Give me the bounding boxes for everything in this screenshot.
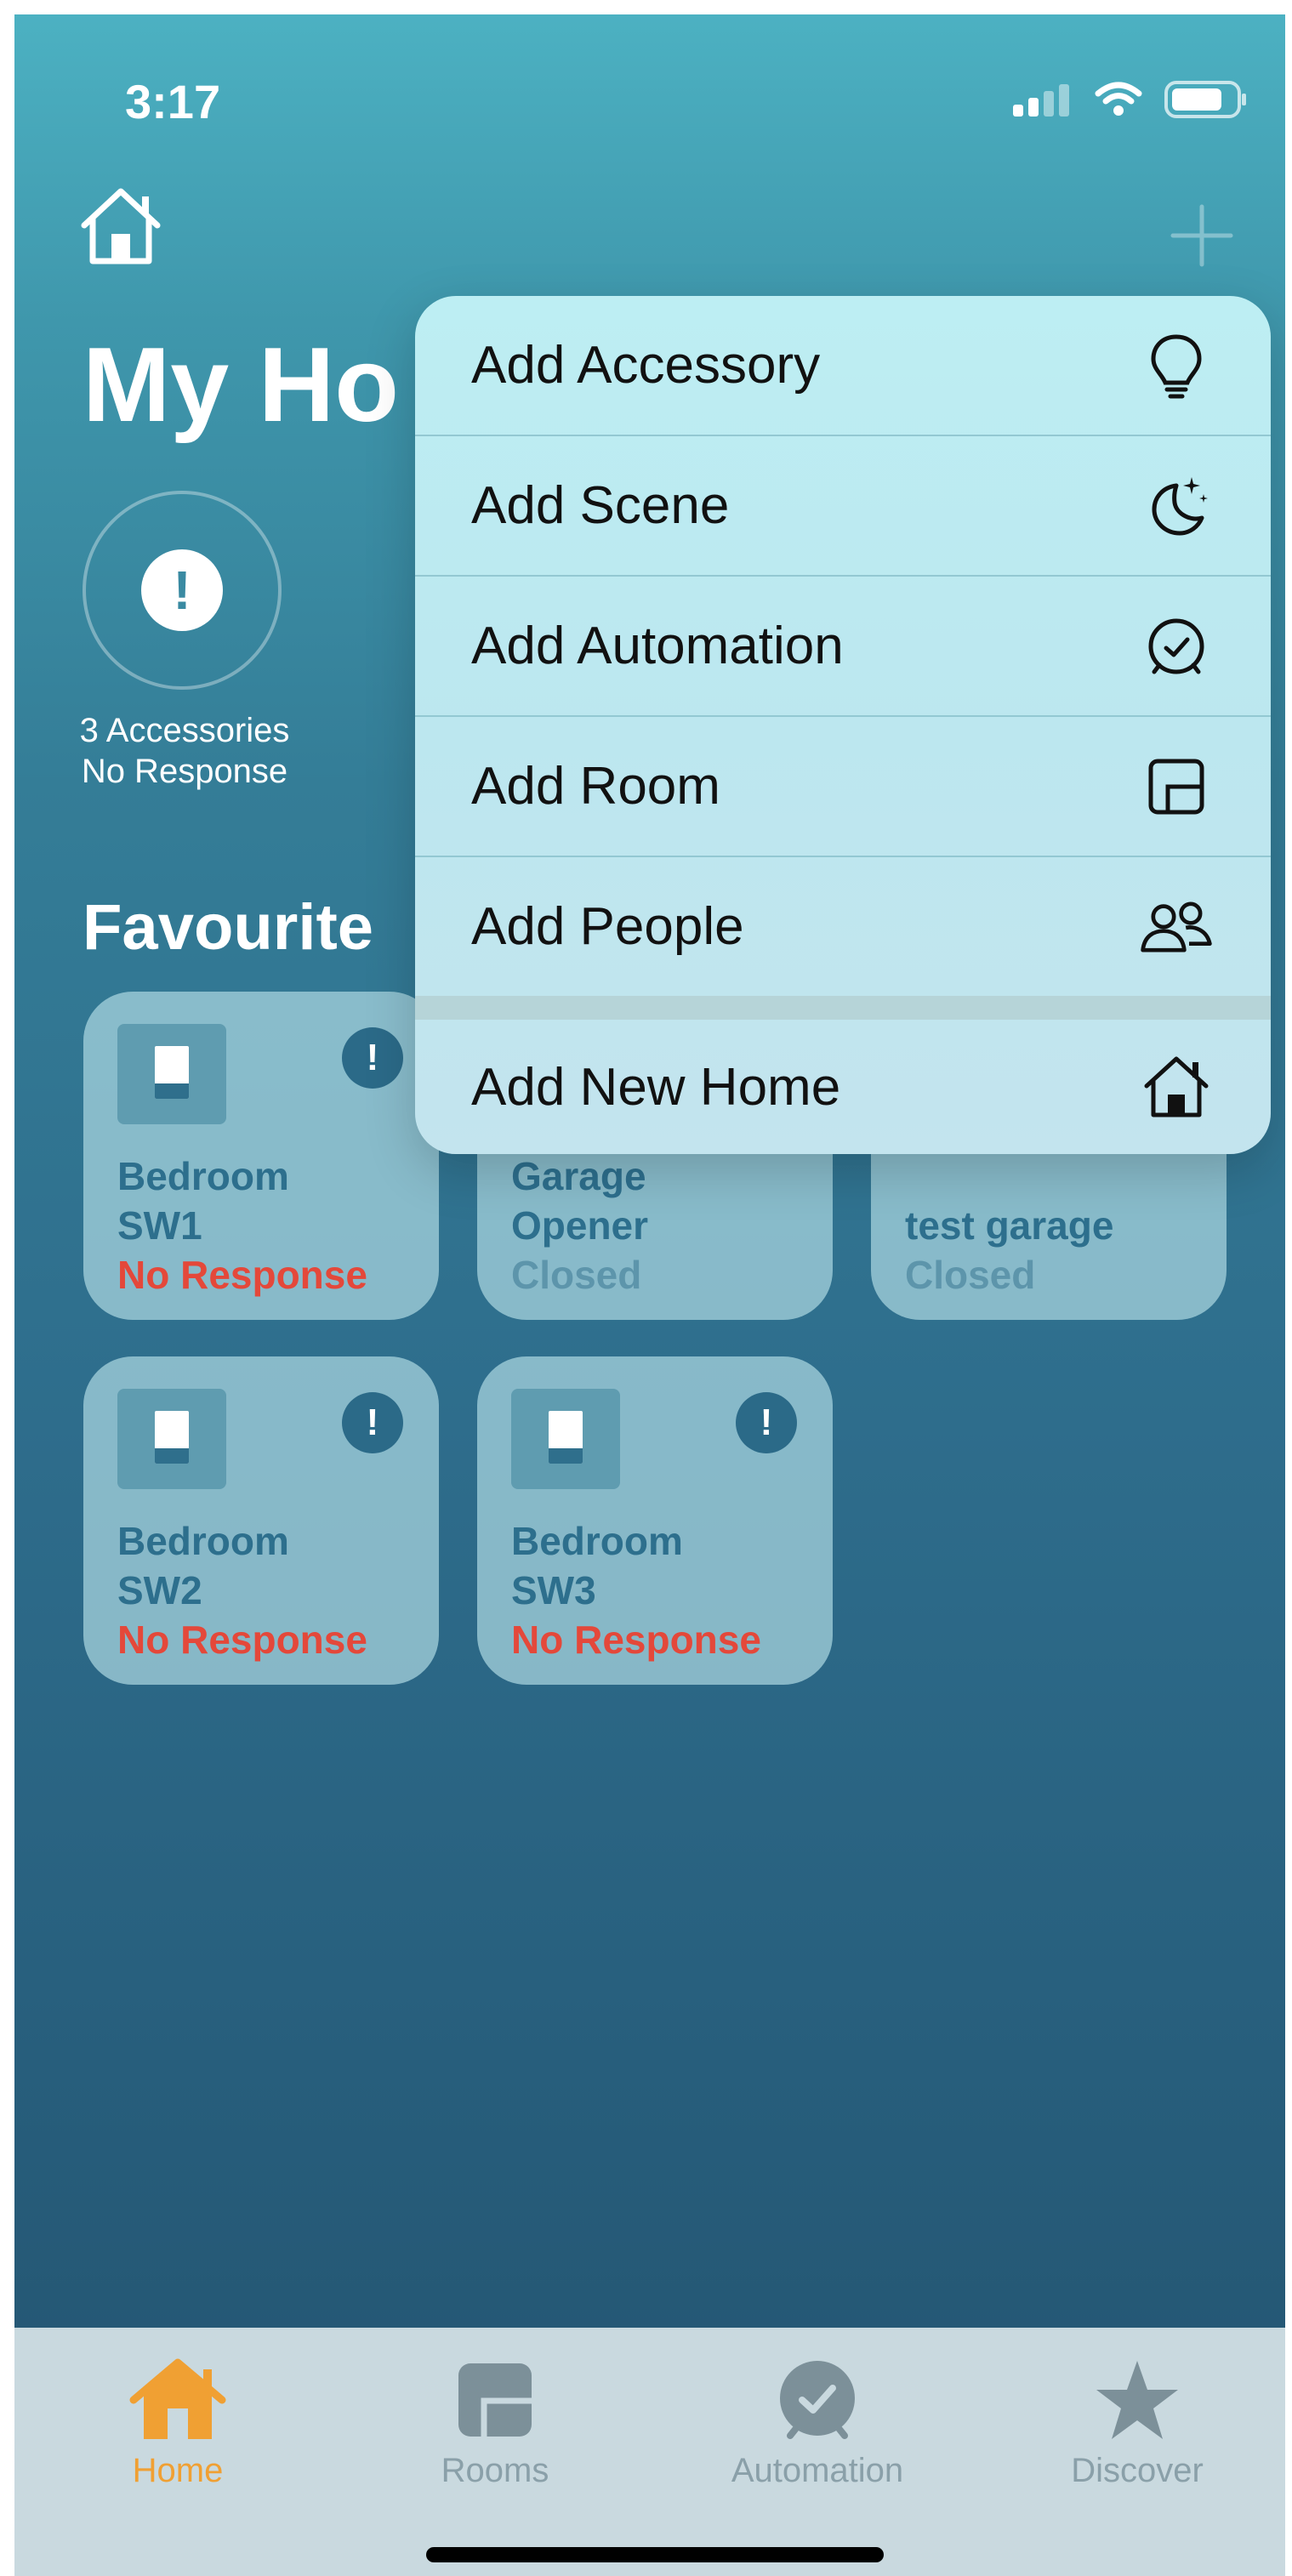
tile-name: Bedroom [117,1519,289,1563]
tile-status: Closed [905,1253,1036,1297]
battery-icon [1164,81,1246,118]
alarm-clock-icon [1138,608,1215,685]
tile-text: Bedroom SW1 No Response [117,1152,367,1299]
tab-home[interactable]: Home [50,2353,305,2490]
tile-bedroom-sw1[interactable]: ! Bedroom SW1 No Response [83,992,439,1320]
menu-item-add-people[interactable]: Add People [415,857,1271,996]
page-title: My Ho [83,327,399,444]
clock-check-icon [762,2353,873,2447]
status-time: 3:17 [125,75,221,128]
lightbulb-icon [1138,327,1215,404]
house-icon [1138,1049,1215,1125]
menu-item-add-accessory[interactable]: Add Accessory [415,296,1271,435]
switch-icon [117,1024,226,1124]
tab-automation[interactable]: Automation [690,2353,945,2490]
add-button[interactable] [1168,202,1236,270]
signal-icon [1013,84,1069,117]
room-icon [1138,748,1215,825]
menu-item-add-new-home[interactable]: Add New Home [415,1020,1271,1154]
tile-name: test garage [905,1203,1114,1248]
tile-bedroom-sw3[interactable]: ! Bedroom SW3 No Response [477,1356,833,1685]
menu-item-add-automation[interactable]: Add Automation [415,577,1271,715]
alert-icon: ! [141,549,223,631]
status-icons [1013,81,1248,118]
tile-status: No Response [511,1618,761,1662]
tile-name: Bedroom [117,1154,289,1198]
tile-name: SW3 [511,1568,596,1612]
alert-icon: ! [736,1392,797,1453]
menu-item-label: Add Accessory [471,336,821,395]
menu-item-add-scene[interactable]: Add Scene [415,436,1271,575]
people-icon [1138,889,1215,965]
tile-text: Garage Opener Closed [511,1152,648,1299]
switch-icon [117,1389,226,1489]
rooms-icon [440,2353,550,2447]
no-response-summary-button[interactable]: ! [83,491,282,690]
menu-item-label: Add People [471,897,744,956]
wifi-icon [1095,82,1142,116]
home-icon[interactable] [74,185,168,270]
tab-label: Discover [1071,2452,1204,2489]
tile-text: Bedroom SW3 No Response [511,1516,761,1664]
menu-item-add-room[interactable]: Add Room [415,717,1271,856]
tile-name: Bedroom [511,1519,683,1563]
tile-bedroom-sw2[interactable]: ! Bedroom SW2 No Response [83,1356,439,1685]
tab-label: Automation [731,2452,904,2489]
menu-item-label: Add Room [471,757,720,816]
tile-status: No Response [117,1253,367,1297]
alert-summary-label: 3 Accessories No Response [48,710,321,792]
alert-summary-line2: No Response [81,753,288,790]
tab-bar: Home Rooms Automation Discover [14,2328,1285,2576]
tile-status: Closed [511,1253,642,1297]
switch-icon [511,1389,620,1489]
alert-icon: ! [342,1392,403,1453]
tile-status: No Response [117,1618,367,1662]
phone-screen: 3:17 My Ho ! 3 Accessories No Response F… [14,14,1285,2576]
tile-name: Opener [511,1203,649,1248]
add-menu: Add Accessory Add Scene Add Automation A… [415,296,1271,1154]
favourites-title: Favourite [83,891,374,964]
tile-name: Garage [511,1154,646,1198]
tab-label: Rooms [441,2452,549,2489]
alert-summary-line1: 3 Accessories [79,712,290,749]
tile-text: Bedroom SW2 No Response [117,1516,367,1664]
moon-stars-icon [1138,468,1215,544]
menu-section-gap [415,996,1271,1020]
menu-item-label: Add New Home [471,1057,841,1117]
tile-text: test garage Closed [905,1201,1113,1299]
tab-label: Home [132,2452,224,2489]
home-indicator[interactable] [426,2547,884,2562]
tile-name: SW1 [117,1203,202,1248]
star-icon [1082,2353,1192,2447]
house-icon [122,2353,233,2447]
tile-name: SW2 [117,1568,202,1612]
alert-icon: ! [342,1027,403,1089]
menu-item-label: Add Scene [471,476,730,535]
tab-rooms[interactable]: Rooms [367,2353,623,2490]
menu-item-label: Add Automation [471,617,844,675]
tab-discover[interactable]: Discover [1010,2353,1265,2490]
